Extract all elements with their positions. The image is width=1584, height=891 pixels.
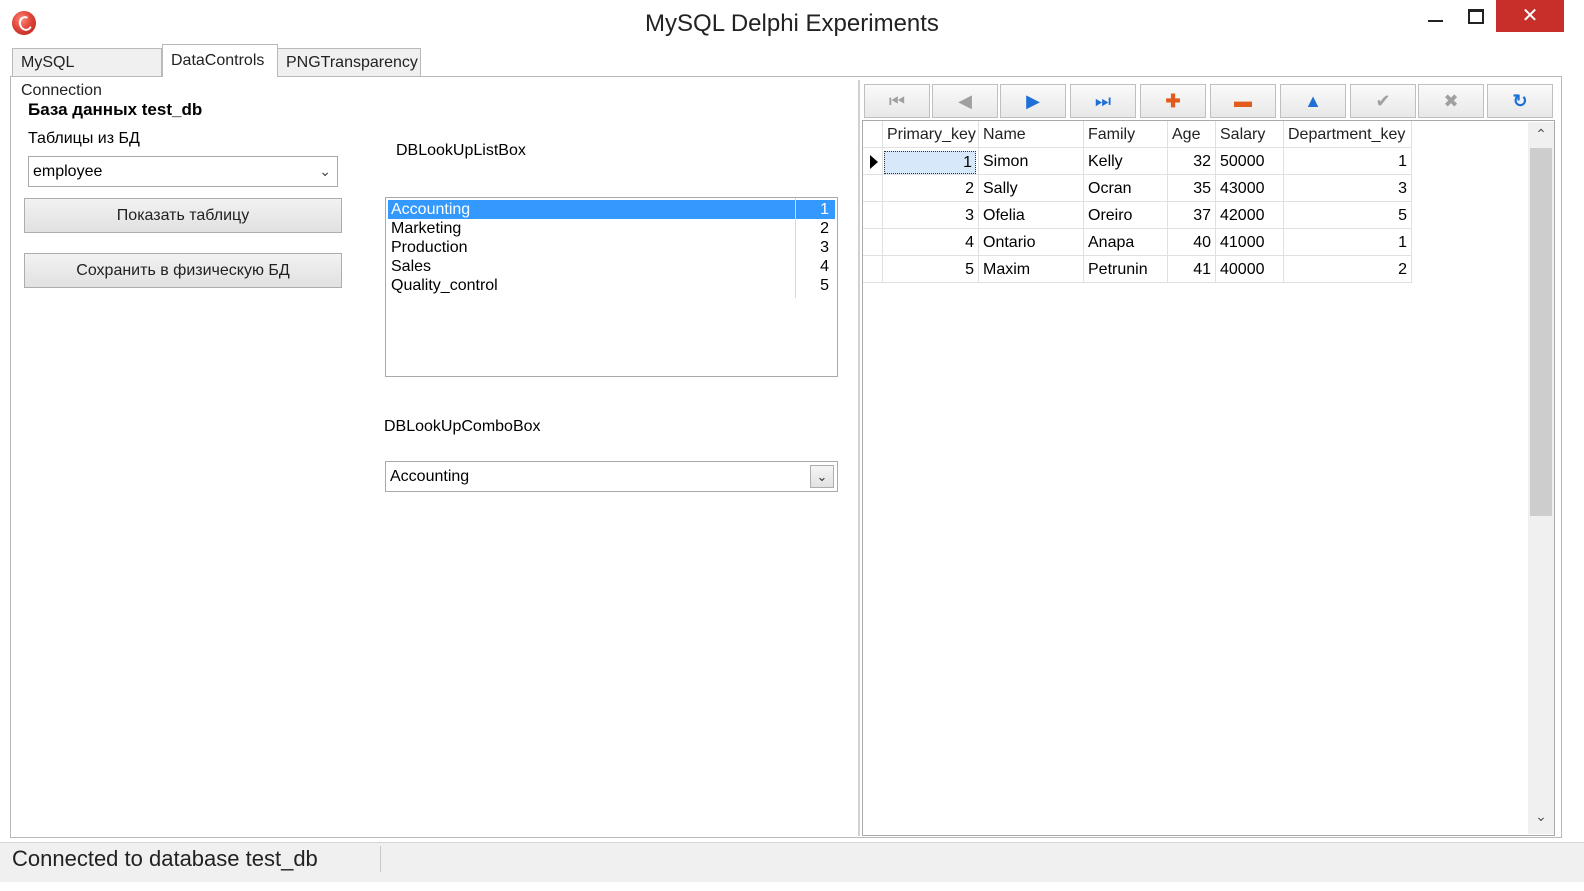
grid-column-header[interactable]: Age [1168, 121, 1216, 148]
listbox-item[interactable]: Quality_control 5 [388, 276, 835, 295]
grid-cell[interactable]: Anapa [1084, 229, 1168, 256]
lookup-combobox[interactable]: Accounting [385, 461, 838, 492]
grid-cell[interactable]: Ocran [1084, 175, 1168, 202]
scroll-down-icon[interactable]: ⌄ [1528, 808, 1554, 828]
grid-column-header[interactable]: Family [1084, 121, 1168, 148]
scroll-thumb[interactable] [1530, 148, 1552, 516]
grid-cell[interactable]: 50000 [1216, 148, 1284, 175]
listbox-column-divider [795, 198, 796, 298]
grid-cell[interactable]: 2 [883, 175, 979, 202]
minimize-button[interactable] [1412, 0, 1458, 32]
row-indicator-cell[interactable] [863, 256, 883, 283]
listbox-item-name: Marketing [391, 220, 462, 237]
last-record-icon[interactable]: ⏭ [1070, 84, 1136, 118]
close-button[interactable]: ✕ [1496, 0, 1564, 32]
listbox-item[interactable]: Production 3 [388, 238, 835, 257]
grid-cell[interactable]: Simon [979, 148, 1084, 175]
scroll-up-icon[interactable]: ⌃ [1528, 126, 1554, 146]
table-select-value: employee [33, 163, 103, 180]
status-divider [380, 846, 381, 872]
grid-cell[interactable]: Oreiro [1084, 202, 1168, 229]
database-heading: База данных test_db [28, 100, 203, 119]
listbox-item-name: Accounting [391, 201, 471, 218]
show-table-button[interactable]: Показать таблицу [24, 198, 342, 233]
grid-cell[interactable]: 3 [883, 202, 979, 229]
grid-column-header[interactable]: Name [979, 121, 1084, 148]
grid-cell[interactable]: 41 [1168, 256, 1216, 283]
chevron-down-icon: ⌄ [319, 163, 331, 179]
table-select[interactable]: employee ⌄ [28, 156, 338, 187]
edit-record-icon[interactable]: ▲ [1280, 84, 1346, 118]
grid-column-header[interactable]: Department_key [1284, 121, 1412, 148]
listbox-item-key: 4 [820, 258, 829, 275]
next-record-icon[interactable]: ▶ [1000, 84, 1066, 118]
maximize-button[interactable] [1458, 0, 1494, 32]
grid-cell[interactable]: 5 [883, 256, 979, 283]
grid-cell[interactable]: Kelly [1084, 148, 1168, 175]
grid-cell[interactable]: 35 [1168, 175, 1216, 202]
grid-cell[interactable]: 1 [1284, 229, 1412, 256]
tab-mysql-connection[interactable]: MySQL Connection [12, 48, 162, 99]
tab-pngtransparency[interactable]: PNGTransparency [277, 48, 421, 76]
tables-label: Таблицы из БД [28, 130, 140, 147]
splitter[interactable] [858, 80, 860, 836]
grid-cell[interactable]: 40000 [1216, 256, 1284, 283]
status-text: Connected to database test_db [12, 846, 318, 871]
lookup-listbox[interactable]: Accounting 1 Marketing 2 Production 3 Sa… [385, 197, 838, 377]
listbox-label: DBLookUpListBox [396, 142, 526, 159]
grid-cell[interactable]: Sally [979, 175, 1084, 202]
combobox-label: DBLookUpComboBox [384, 418, 541, 435]
row-indicator-cell[interactable] [863, 175, 883, 202]
grid-column-header[interactable]: Primary_key [883, 121, 979, 148]
grid-cell[interactable]: 5 [1284, 202, 1412, 229]
row-indicator-cell[interactable] [863, 202, 883, 229]
first-record-icon[interactable]: ⏮ [864, 84, 930, 118]
insert-record-icon[interactable]: ✚ [1140, 84, 1206, 118]
listbox-item[interactable]: Accounting 1 [388, 200, 835, 219]
row-indicator-cell[interactable] [863, 229, 883, 256]
refresh-icon[interactable]: ↻ [1487, 84, 1553, 118]
listbox-item-key: 5 [820, 277, 829, 294]
grid-cell[interactable]: 4 [883, 229, 979, 256]
save-to-db-button[interactable]: Сохранить в физическую БД [24, 253, 342, 288]
listbox-item-name: Production [391, 239, 468, 256]
grid-cell[interactable]: 37 [1168, 202, 1216, 229]
focused-cell-value[interactable]: 1 [884, 151, 976, 174]
grid-cell[interactable]: 41000 [1216, 229, 1284, 256]
grid-cell[interactable]: 1 [1284, 148, 1412, 175]
grid-cell[interactable]: Petrunin [1084, 256, 1168, 283]
listbox-item-key: 3 [820, 239, 829, 256]
chevron-down-icon[interactable]: ⌄ [810, 465, 834, 488]
prior-record-icon[interactable]: ◀ [932, 84, 998, 118]
listbox-item-name: Sales [391, 258, 432, 275]
grid-cell[interactable]: Ofelia [979, 202, 1084, 229]
grid-cell[interactable]: 40 [1168, 229, 1216, 256]
combobox-value: Accounting [390, 468, 470, 485]
current-row-arrow-icon [870, 155, 878, 169]
grid-cell[interactable]: Ontario [979, 229, 1084, 256]
grid-indicator-header [863, 121, 883, 148]
post-record-icon[interactable]: ✔ [1350, 84, 1416, 118]
listbox-item-name: Quality_control [391, 277, 498, 294]
grid-cell[interactable]: 2 [1284, 256, 1412, 283]
grid-cell[interactable]: Maxim [979, 256, 1084, 283]
grid-cell[interactable]: 3 [1284, 175, 1412, 202]
grid-column-header[interactable]: Salary [1216, 121, 1284, 148]
grid-cell[interactable]: 42000 [1216, 202, 1284, 229]
listbox-item-key: 1 [820, 201, 829, 218]
tab-datacontrols[interactable]: DataControls [162, 44, 278, 77]
listbox-item[interactable]: Sales 4 [388, 257, 835, 276]
grid-cell[interactable]: 32 [1168, 148, 1216, 175]
listbox-item[interactable]: Marketing 2 [388, 219, 835, 238]
cancel-record-icon[interactable]: ✖ [1418, 84, 1484, 118]
delete-record-icon[interactable]: ▬ [1210, 84, 1276, 118]
listbox-item-key: 2 [820, 220, 829, 237]
data-grid[interactable]: Primary_key Name Family Age Salary Depar… [862, 120, 1555, 836]
window-title: MySQL Delphi Experiments [645, 10, 939, 37]
grid-cell[interactable]: 43000 [1216, 175, 1284, 202]
